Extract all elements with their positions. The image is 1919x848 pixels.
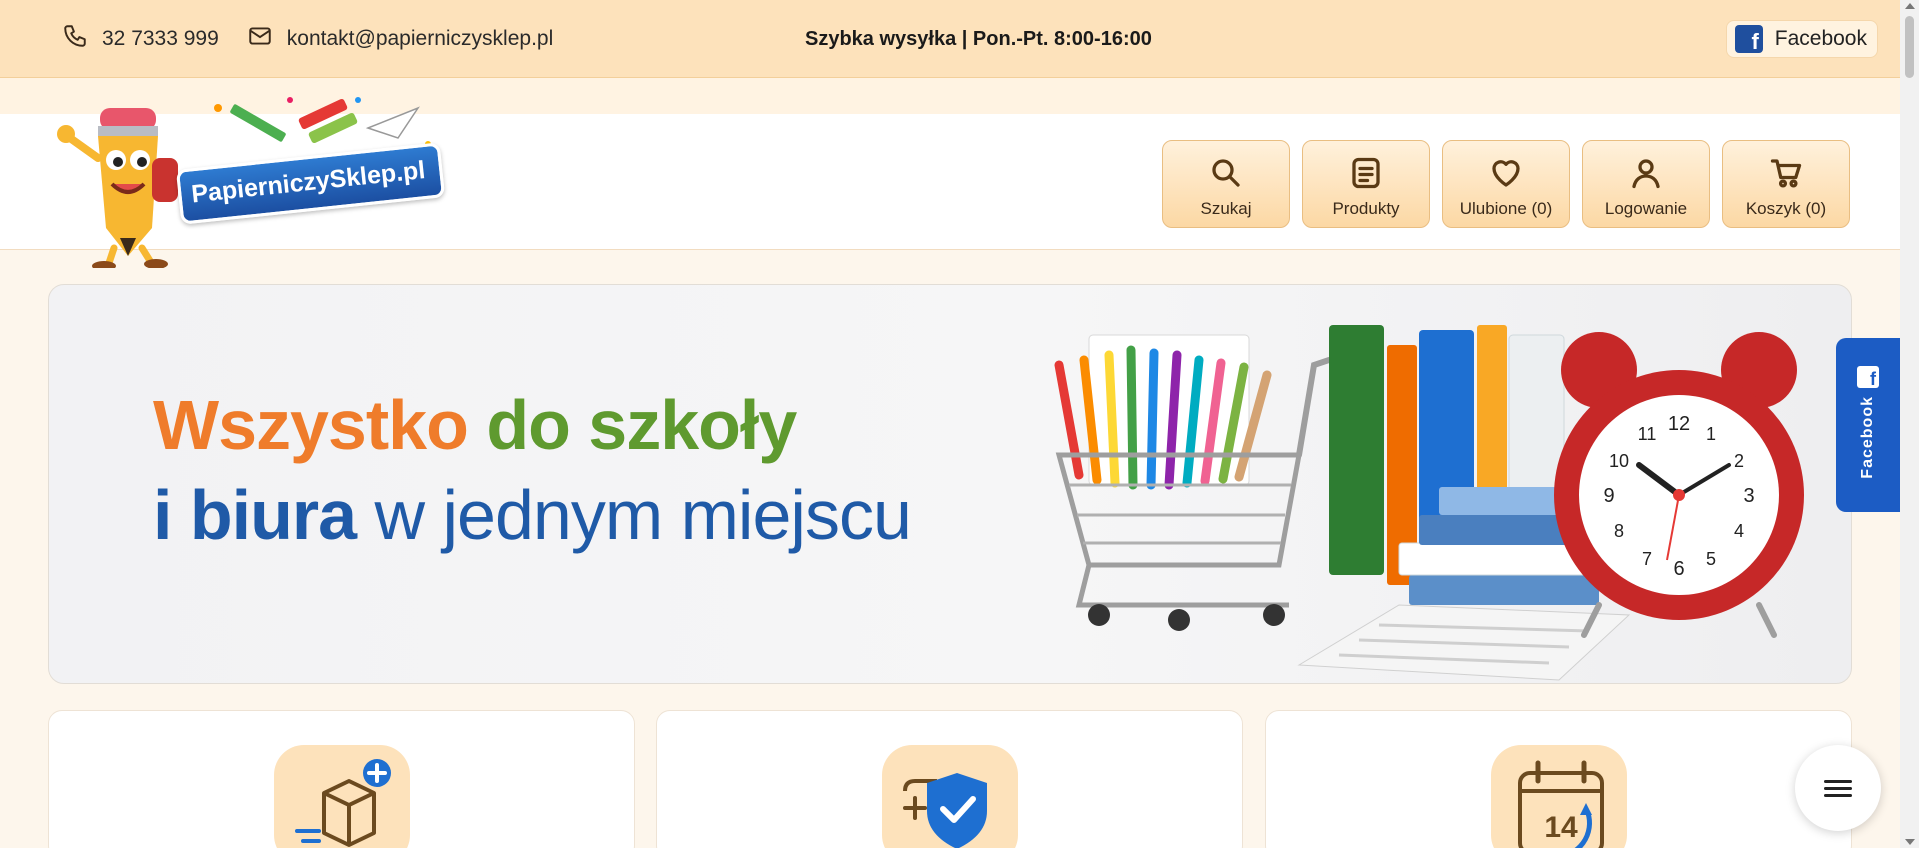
clock-number-11: 11 [1638,424,1657,444]
email-link[interactable]: kontakt@papierniczysklep.pl [247,23,553,55]
facebook-side-label: Facebook [1859,396,1876,479]
clock-number-6: 6 [1673,558,1684,580]
search-icon [1212,159,1240,187]
phone-link[interactable]: 32 7333 999 [62,23,219,55]
calendar-return-icon: 14 [1518,760,1604,848]
package-plus-icon [295,759,391,847]
phone-icon [62,23,88,55]
facebook-side-icon: f [1857,366,1879,388]
scroll-up-icon[interactable] [1905,3,1915,9]
clock-number-10: 10 [1609,451,1629,471]
cart-button-label: Koszyk (0) [1745,199,1827,218]
facebook-side-tab[interactable]: f Facebook [1836,338,1900,512]
hero-headline-line2: i biura w jednym miejscu [153,475,912,555]
products-button-label: Produkty [1332,199,1400,218]
clock-number-3: 3 [1743,485,1754,507]
products-button[interactable]: Produkty [1302,140,1430,228]
login-button-label: Logowanie [1604,199,1688,218]
hero-word-w-jednym-miejscu: w jednym miejscu [374,476,912,554]
clock-number-8: 8 [1614,521,1624,541]
search-button-label: Szukaj [1200,199,1252,218]
scroll-down-icon[interactable] [1905,839,1915,845]
scrollbar-thumb[interactable] [1905,16,1914,78]
favorites-button-label: Ulubione (0) [1459,199,1553,218]
site-logo[interactable]: PapierniczySklep.pl [48,88,445,268]
vertical-scrollbar[interactable] [1900,0,1919,848]
hero-illustration: 12 1 2 3 4 5 6 7 8 9 10 11 [1054,325,1804,681]
shield-check-icon [903,773,987,848]
email-address: kontakt@papierniczysklep.pl [286,27,554,50]
clock-number-5: 5 [1706,549,1716,569]
hamburger-icon [1824,776,1852,801]
list-icon [1352,157,1380,189]
header-nav: Szukaj Produkty Ulubione (0) Logowanie K… [1162,140,1850,228]
clock-number-1: 1 [1706,424,1716,444]
cart-pencils-illustration [1054,334,1332,631]
feature-card-1[interactable] [48,710,635,848]
hero-banner[interactable]: Wszystko do szkoły i biura w jednym miej… [48,284,1852,684]
mail-icon [247,23,273,55]
clock-number-7: 7 [1642,549,1652,569]
shipping-hours: Szybka wysyłka | Pon.-Pt. 8:00-16:00 [805,27,1152,50]
facebook-icon: f [1734,25,1763,53]
hero-headline-line1: Wszystko do szkoły [153,385,797,465]
top-info-bar: 32 7333 999 kontakt@papierniczysklep.pl … [0,0,1900,78]
facebook-link[interactable]: f Facebook [1725,20,1878,58]
hero-word-wszystko: Wszystko [153,386,469,464]
clock-number-2: 2 [1734,451,1744,471]
login-button[interactable]: Logowanie [1582,140,1710,228]
feature-card-2[interactable] [656,710,1243,848]
hero-word-do-szkoly: do szkoły [486,386,797,464]
heart-icon [1492,160,1520,187]
keyboard-illustration [1297,604,1631,681]
feature-card-3[interactable]: 14 [1265,710,1852,848]
clock-number-9: 9 [1603,485,1614,507]
facebook-link-label: Facebook [1774,27,1867,50]
favorites-button[interactable]: Ulubione (0) [1442,140,1570,228]
contact-info: 32 7333 999 kontakt@papierniczysklep.pl [62,0,553,78]
cart-button[interactable]: Koszyk (0) [1722,140,1850,228]
search-button[interactable]: Szukaj [1162,140,1290,228]
menu-button[interactable] [1795,745,1881,831]
phone-number: 32 7333 999 [102,27,219,50]
hero-word-i-biura: i biura [153,476,357,554]
calendar-days-number: 14 [1544,811,1578,844]
clock-number-4: 4 [1734,521,1744,541]
cart-icon [1770,159,1802,188]
user-icon [1632,159,1660,189]
clock-number-12: 12 [1668,413,1690,435]
